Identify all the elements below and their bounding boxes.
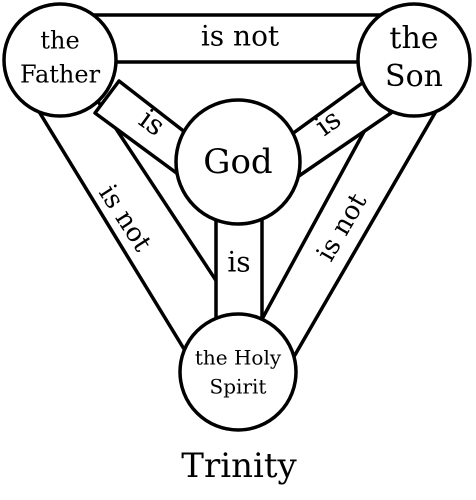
node-son-label-line2: Son [385, 59, 443, 94]
node-god-label: God [203, 142, 272, 182]
node-spirit-label-line1: the Holy [195, 346, 282, 370]
trinity-diagram: the Father the Son God the Holy Spirit i… [0, 0, 476, 500]
diagram-title: Trinity [181, 446, 297, 486]
node-father-label-line2: Father [20, 61, 101, 89]
node-father-label-line1: the [40, 27, 79, 55]
node-son-label-line1: the [389, 21, 438, 56]
relation-god-spirit-label: is [227, 246, 250, 279]
relation-father-son-label: is not [201, 20, 280, 53]
shield-of-trinity-svg: the Father the Son God the Holy Spirit i… [2, 2, 472, 486]
node-spirit [178, 312, 298, 432]
node-spirit-label-line2: Spirit [210, 375, 267, 399]
